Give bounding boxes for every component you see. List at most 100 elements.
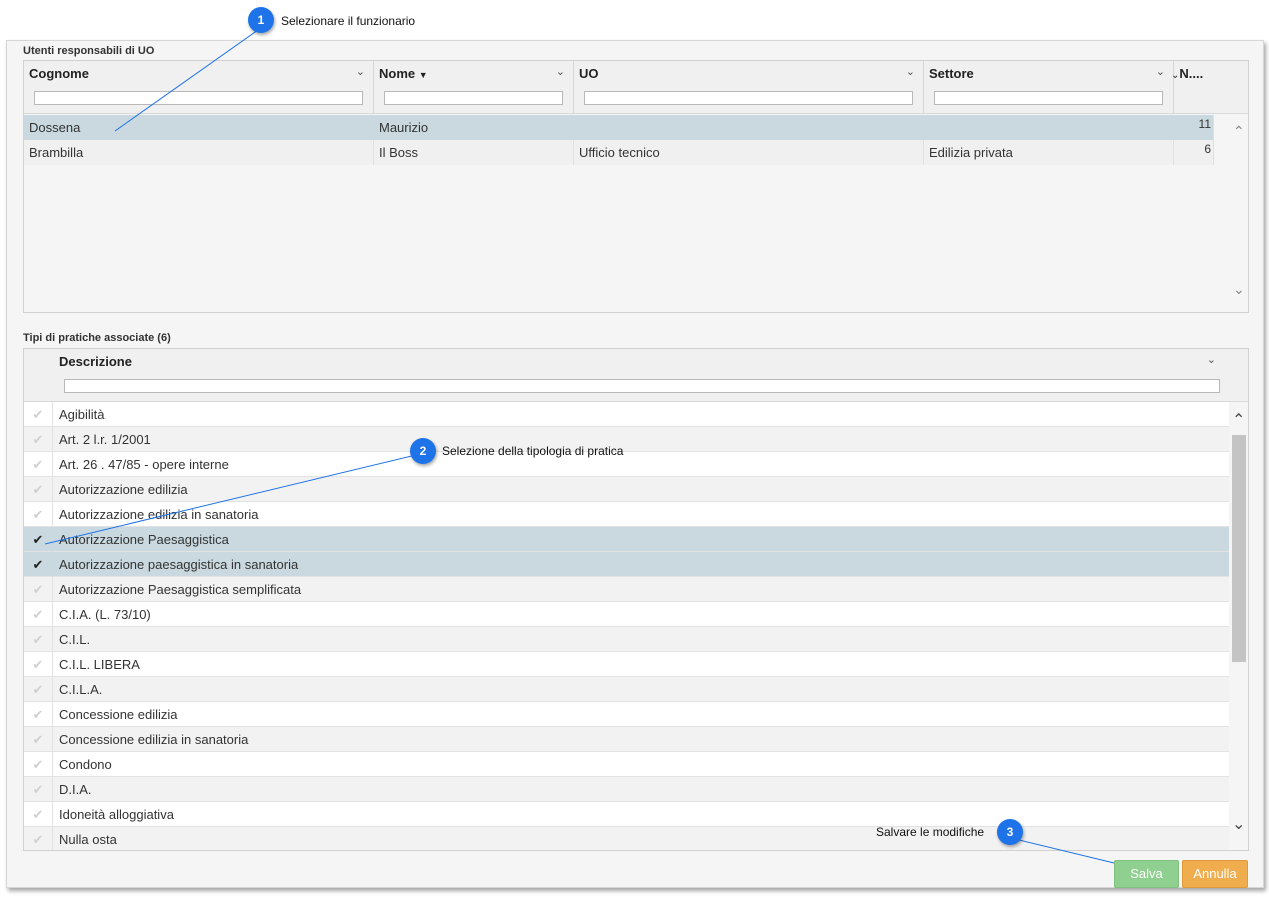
table-row[interactable]: Dossena Maurizio 11 xyxy=(24,115,1214,140)
list-item[interactable]: ✔ Art. 2 l.r. 1/2001 xyxy=(24,427,1229,452)
filter-input-descrizione[interactable] xyxy=(64,379,1220,393)
cell-uo xyxy=(574,115,924,140)
list-item-label: C.I.A. (L. 73/10) xyxy=(59,607,151,622)
list-item-label: Concessione edilizia in sanatoria xyxy=(59,732,249,747)
checkmark-icon[interactable]: ✔ xyxy=(24,752,53,777)
chevron-down-icon[interactable]: ⌄ xyxy=(356,65,365,78)
list-item[interactable]: ✔ C.I.L. LIBERA xyxy=(24,652,1229,677)
checkmark-icon[interactable]: ✔ xyxy=(24,827,53,850)
list-item[interactable]: ✔ Concessione edilizia xyxy=(24,702,1229,727)
column-label-n: ⌄N.... xyxy=(1171,66,1204,81)
list-item-label: Art. 2 l.r. 1/2001 xyxy=(59,432,151,447)
callout-text-1: Selezionare il funzionario xyxy=(281,14,416,28)
checkmark-icon[interactable]: ✔ xyxy=(24,502,53,527)
column-header-cognome[interactable]: Cognome ⌄ xyxy=(24,61,374,113)
users-grid: Cognome ⌄ Nome ▼ ⌄ UO ⌄ Settore ⌄ ⌄N....… xyxy=(23,60,1249,313)
list-item-label: C.I.L. LIBERA xyxy=(59,657,140,672)
checkmark-icon[interactable]: ✔ xyxy=(24,552,53,577)
column-header-nome[interactable]: Nome ▼ ⌄ xyxy=(374,61,574,113)
cell-settore xyxy=(924,115,1174,140)
list-item-label: Art. 26 . 47/85 - opere interne xyxy=(59,457,229,472)
scroll-down-icon[interactable]: ⌄ xyxy=(1232,814,1245,834)
checkmark-icon[interactable]: ✔ xyxy=(24,527,53,552)
checkmark-icon[interactable]: ✔ xyxy=(24,777,53,802)
checkmark-icon[interactable]: ✔ xyxy=(24,402,53,427)
checkmark-icon[interactable]: ✔ xyxy=(24,727,53,752)
chevron-down-icon[interactable]: ⌄ xyxy=(906,65,915,78)
list-item[interactable]: ✔ C.I.A. (L. 73/10) xyxy=(24,602,1229,627)
list-item[interactable]: ✔ Idoneità alloggiativa xyxy=(24,802,1229,827)
checkmark-icon[interactable]: ✔ xyxy=(24,802,53,827)
filter-input-settore[interactable] xyxy=(934,91,1163,105)
column-header-n[interactable]: ⌄N.... xyxy=(1171,61,1214,113)
chevron-down-icon[interactable]: ⌄ xyxy=(1156,65,1165,78)
list-item[interactable]: ✔ Autorizzazione Paesaggistica xyxy=(24,527,1229,552)
list-item[interactable]: ✔ Agibilità xyxy=(24,402,1229,427)
checkmark-icon[interactable]: ✔ xyxy=(24,427,53,452)
column-label-descrizione: Descrizione xyxy=(59,354,132,369)
list-item-label: Idoneità alloggiativa xyxy=(59,807,174,822)
list-item[interactable]: ✔ Autorizzazione paesaggistica in sanator… xyxy=(24,552,1229,577)
callout-text-3: Salvare le modifiche xyxy=(876,825,985,839)
types-section-title: Tipi di pratiche associate (6) xyxy=(23,332,171,344)
list-item-label: Nulla osta xyxy=(59,832,117,847)
scroll-up-icon[interactable]: ⌃ xyxy=(1232,410,1245,430)
callout-badge-1: 1 xyxy=(248,7,274,33)
column-header-settore[interactable]: Settore ⌄ xyxy=(924,61,1174,113)
save-button[interactable]: Salva xyxy=(1114,860,1179,888)
list-item[interactable]: ✔ Autorizzazione edilizia xyxy=(24,477,1229,502)
list-item[interactable]: ✔ Concessione edilizia in sanatoria xyxy=(24,727,1229,752)
scroll-down-icon[interactable]: ⌄ xyxy=(1233,281,1245,298)
list-item[interactable]: ✔ Autorizzazione edilizia in sanatoria xyxy=(24,502,1229,527)
table-row[interactable]: Brambilla Il Boss Ufficio tecnico Ediliz… xyxy=(24,140,1214,165)
cell-nome: Il Boss xyxy=(374,140,574,165)
types-scrollbar[interactable]: ⌃ ⌄ xyxy=(1230,402,1248,850)
list-item[interactable]: ✔ Art. 26 . 47/85 - opere interne xyxy=(24,452,1229,477)
column-label-nome: Nome ▼ xyxy=(379,66,428,81)
column-header-uo[interactable]: UO ⌄ xyxy=(574,61,924,113)
list-item[interactable]: ✔ C.I.L.A. xyxy=(24,677,1229,702)
filter-input-uo[interactable] xyxy=(584,91,913,105)
list-item[interactable]: ✔ Autorizzazione Paesaggistica semplifica… xyxy=(24,577,1229,602)
types-grid-header: Descrizione ⌄ xyxy=(24,349,1248,402)
types-list: ✔ Agibilità ✔ Art. 2 l.r. 1/2001 ✔ Art. 26 . … xyxy=(24,402,1229,850)
list-item-label: Autorizzazione Paesaggistica semplificat… xyxy=(59,582,302,597)
checkmark-icon[interactable]: ✔ xyxy=(24,602,53,627)
cell-nome: Maurizio xyxy=(374,115,574,140)
column-label-uo: UO xyxy=(579,66,599,81)
checkmark-icon[interactable]: ✔ xyxy=(24,577,53,602)
cancel-button[interactable]: Annulla xyxy=(1182,860,1248,888)
checkmark-icon[interactable]: ✔ xyxy=(24,652,53,677)
list-item-label: Autorizzazione edilizia xyxy=(59,482,188,497)
cell-uo: Ufficio tecnico xyxy=(574,140,924,165)
users-section-title: Utenti responsabili di UO xyxy=(23,45,155,57)
checkmark-icon[interactable]: ✔ xyxy=(24,702,53,727)
list-item-label: Agibilità xyxy=(59,407,105,422)
checkmark-icon[interactable]: ✔ xyxy=(24,677,53,702)
checkmark-icon[interactable]: ✔ xyxy=(24,452,53,477)
sort-desc-icon: ▼ xyxy=(418,70,428,80)
users-grid-header: Cognome ⌄ Nome ▼ ⌄ UO ⌄ Settore ⌄ ⌄N.... xyxy=(24,61,1248,114)
column-header-descrizione[interactable]: Descrizione ⌄ xyxy=(54,349,1224,401)
list-item[interactable]: ✔ D.I.A. xyxy=(24,777,1229,802)
column-label-settore: Settore xyxy=(929,66,974,81)
cell-n: 6 xyxy=(1174,140,1214,165)
chevron-down-icon[interactable]: ⌄ xyxy=(556,65,565,78)
list-item-label: Autorizzazione paesaggistica in sanatori… xyxy=(59,557,299,572)
users-scrollbar[interactable]: ⌃ ⌄ xyxy=(1230,115,1248,311)
callout-text-2: Selezione della tipologia di pratica xyxy=(442,444,624,458)
callout-badge-3: 3 xyxy=(997,819,1023,845)
list-item[interactable]: ✔ Condono xyxy=(24,752,1229,777)
chevron-down-icon[interactable]: ⌄ xyxy=(1207,353,1216,366)
filter-input-nome[interactable] xyxy=(384,91,563,105)
scroll-up-icon[interactable]: ⌃ xyxy=(1233,123,1245,140)
list-item-label: Autorizzazione Paesaggistica xyxy=(59,532,229,547)
list-item-label: Concessione edilizia xyxy=(59,707,178,722)
list-item[interactable]: ✔ C.I.L. xyxy=(24,627,1229,652)
cell-settore: Edilizia privata xyxy=(924,140,1174,165)
checkmark-icon[interactable]: ✔ xyxy=(24,477,53,502)
filter-input-cognome[interactable] xyxy=(34,91,363,105)
checkmark-icon[interactable]: ✔ xyxy=(24,627,53,652)
list-item[interactable]: ✔ Nulla osta xyxy=(24,827,1229,850)
scroll-thumb[interactable] xyxy=(1232,435,1246,662)
